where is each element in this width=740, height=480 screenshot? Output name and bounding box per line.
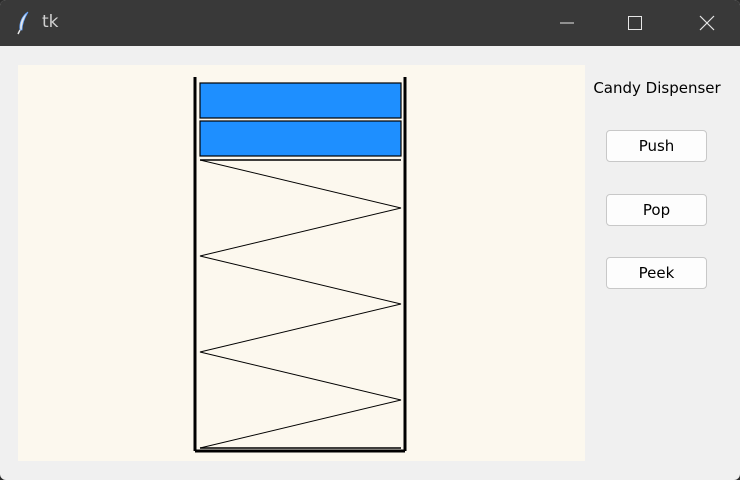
- maximize-button[interactable]: [600, 0, 670, 46]
- minimize-icon: [560, 16, 574, 30]
- pop-button[interactable]: Pop: [606, 194, 707, 226]
- candy: [199, 82, 402, 119]
- window-title: tk: [42, 12, 59, 32]
- minimize-button[interactable]: [532, 0, 602, 46]
- feather-icon: [14, 11, 34, 35]
- title-bar: tk: [0, 0, 740, 46]
- dispenser-drawing: [193, 77, 407, 453]
- app-label: Candy Dispenser: [593, 79, 721, 97]
- close-icon: [699, 15, 715, 31]
- spring: [199, 159, 402, 449]
- close-button[interactable]: [672, 0, 740, 46]
- dispenser-canvas: [18, 65, 585, 461]
- push-button[interactable]: Push: [606, 130, 707, 162]
- app-window: tk Candy Dispenser Push Pop Peek: [0, 0, 740, 480]
- peek-button[interactable]: Peek: [606, 257, 707, 289]
- maximize-icon: [628, 16, 642, 30]
- candy: [199, 120, 402, 157]
